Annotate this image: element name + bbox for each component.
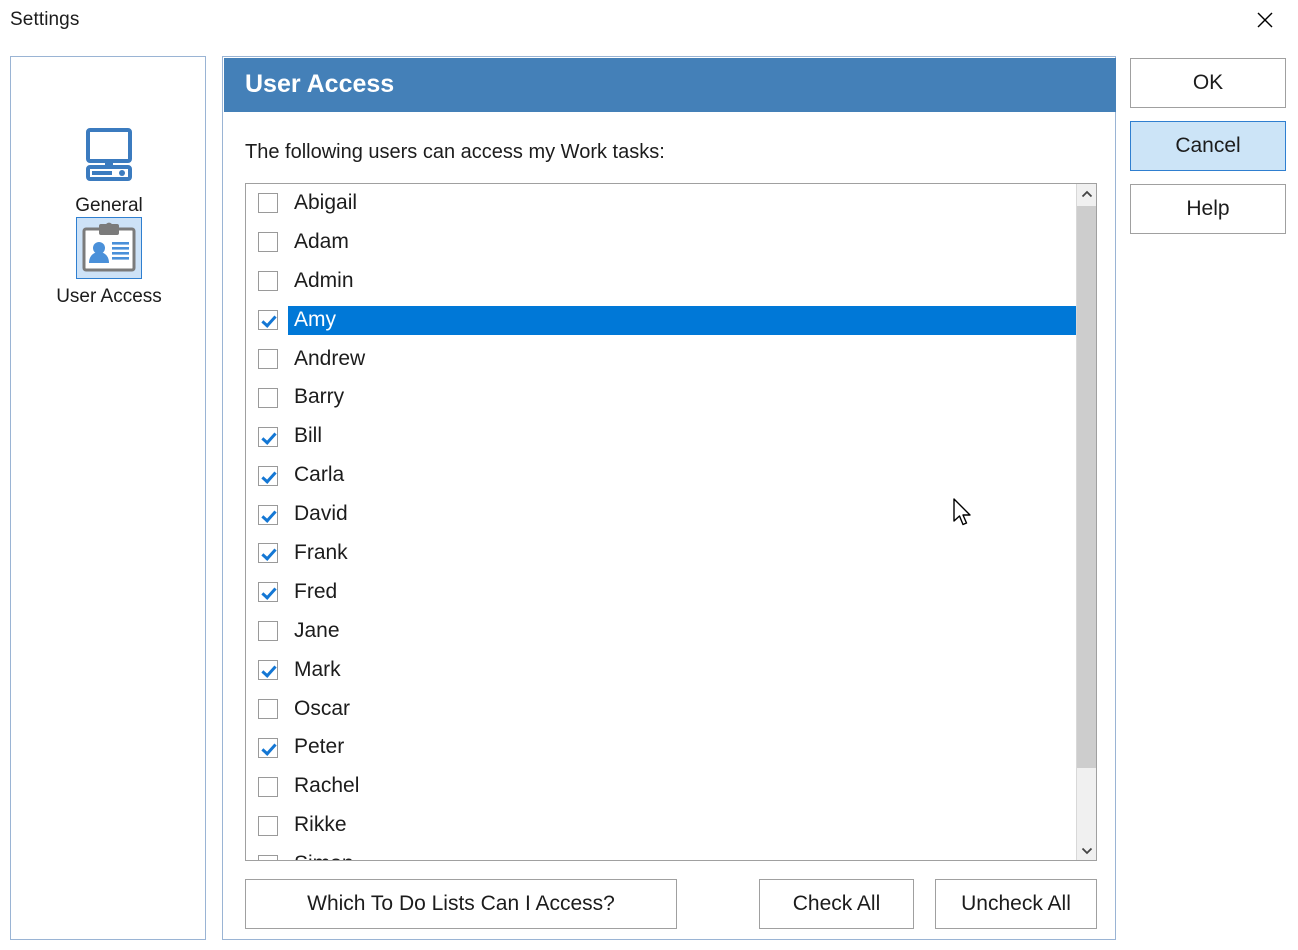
sidebar-item-user-access[interactable]: User Access (11, 217, 207, 308)
user-list-item[interactable]: Rachel (246, 767, 1076, 806)
user-list-item[interactable]: Rikke (246, 806, 1076, 845)
user-list-item[interactable]: Peter (246, 728, 1076, 767)
which-lists-button[interactable]: Which To Do Lists Can I Access? (245, 879, 677, 929)
check-all-button[interactable]: Check All (759, 879, 914, 929)
close-icon[interactable] (1232, 0, 1298, 40)
user-checkbox[interactable] (258, 543, 278, 564)
user-checkbox[interactable] (258, 854, 278, 860)
uncheck-all-button[interactable]: Uncheck All (935, 879, 1097, 929)
user-list-item[interactable]: Barry (246, 378, 1076, 417)
user-access-panel: User Access The following users can acce… (222, 56, 1116, 940)
user-list-item[interactable]: Fred (246, 573, 1076, 612)
user-name-label: Fred (294, 579, 338, 603)
settings-category-panel: General User Access (10, 56, 206, 940)
user-name-label: Rikke (294, 813, 347, 837)
help-button[interactable]: Help (1130, 184, 1286, 234)
user-name-label: Simon (288, 850, 360, 860)
user-name-label: Bill (294, 424, 323, 448)
user-checkbox[interactable] (258, 426, 278, 447)
scrollbar-thumb[interactable] (1077, 206, 1096, 768)
user-list-item[interactable]: Simon (246, 845, 1076, 860)
page-title: User Access (245, 70, 395, 98)
ok-button[interactable]: OK (1130, 58, 1286, 108)
user-name-label: Rachel (294, 774, 360, 798)
user-list-item[interactable]: Adam (246, 223, 1076, 262)
sidebar-item-general[interactable]: General (11, 122, 207, 217)
user-name-label: Oscar (294, 696, 351, 720)
user-checkbox[interactable] (258, 504, 278, 525)
user-list: Abigail Adam Admin Amy Andrew Barry Bill Carla D… (246, 184, 1076, 860)
chevron-down-icon[interactable] (1077, 840, 1096, 860)
user-name-label: David (294, 502, 348, 526)
user-checkbox[interactable] (258, 232, 278, 253)
user-checkbox[interactable] (258, 737, 278, 758)
user-list-item[interactable]: Admin (246, 262, 1076, 301)
user-checkbox[interactable] (258, 660, 278, 681)
user-checkbox[interactable] (258, 387, 278, 408)
user-checkbox[interactable] (258, 271, 278, 292)
user-name-label: Andrew (294, 346, 366, 370)
user-checkbox[interactable] (258, 621, 278, 642)
user-checkbox[interactable] (258, 699, 278, 720)
user-list-item[interactable]: Frank (246, 534, 1076, 573)
user-name-label: Abigail (294, 190, 358, 214)
user-name-label: Carla (294, 463, 345, 487)
user-list-box[interactable]: Abigail Adam Admin Amy Andrew Barry Bill Carla D… (245, 183, 1097, 861)
user-name-label: Frank (294, 540, 348, 564)
user-checkbox[interactable] (258, 349, 278, 369)
user-list-scrollbar[interactable] (1076, 184, 1096, 860)
user-list-item[interactable]: Andrew (246, 340, 1076, 379)
user-checkbox[interactable] (258, 465, 278, 486)
user-list-item[interactable]: Jane (246, 612, 1076, 651)
user-checkbox[interactable] (258, 582, 278, 603)
user-checkbox[interactable] (258, 776, 278, 797)
panel-header: User Access (224, 58, 1116, 112)
user-list-item[interactable]: Amy (246, 301, 1076, 340)
user-checkbox[interactable] (258, 815, 278, 836)
user-name-label: Barry (294, 385, 345, 409)
id-badge-clipboard-icon (76, 217, 142, 279)
user-list-item[interactable]: Abigail (246, 184, 1076, 223)
user-name-label: Admin (294, 268, 354, 292)
user-name-label: Jane (294, 618, 340, 642)
user-name-label: Amy (288, 305, 1076, 335)
sidebar-item-user-access-label: User Access (56, 286, 162, 307)
user-name-label: Mark (294, 657, 341, 681)
user-name-label: Adam (294, 229, 349, 253)
user-name-label: Peter (294, 735, 345, 759)
user-list-item[interactable]: David (246, 495, 1076, 534)
intro-label: The following users can access my Work t… (245, 141, 665, 163)
user-list-item[interactable]: Oscar (246, 690, 1076, 729)
user-list-item[interactable]: Carla (246, 456, 1076, 495)
monitor-icon (73, 122, 145, 188)
sidebar-item-general-label: General (75, 195, 143, 216)
user-checkbox[interactable] (258, 310, 278, 331)
window-title-bar: Settings (0, 0, 1298, 42)
window-title: Settings (10, 9, 80, 30)
user-list-item[interactable]: Mark (246, 651, 1076, 690)
chevron-up-icon[interactable] (1077, 184, 1096, 204)
user-checkbox[interactable] (258, 193, 278, 214)
cancel-button[interactable]: Cancel (1130, 121, 1286, 171)
user-list-item[interactable]: Bill (246, 417, 1076, 456)
